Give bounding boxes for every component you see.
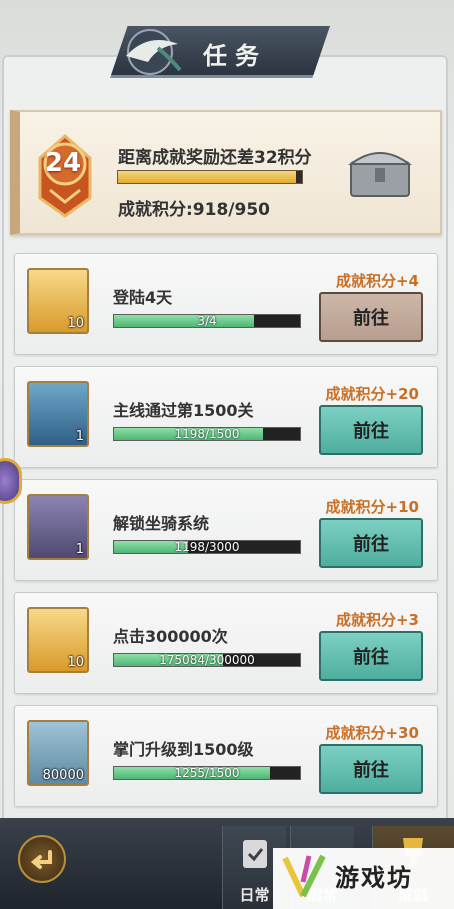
- go-button[interactable]: 前往: [319, 631, 423, 681]
- task-row: 1 解锁坐骑系统 1198/3000 成就积分+10 前往: [14, 479, 438, 581]
- return-arrow-icon: [30, 850, 52, 869]
- task-progress-text: 1198/3000: [174, 540, 240, 554]
- task-progress-bar: 1198/3000: [113, 540, 301, 554]
- task-row: 1 主线通过第1500关 1198/1500 成就积分+20 前往: [14, 366, 438, 468]
- task-progress-text: 1255/1500: [174, 766, 240, 780]
- task-name: 点击300000次: [113, 627, 228, 646]
- white-horse-icon[interactable]: 1: [27, 494, 89, 560]
- task-progress-text: 1198/1500: [174, 427, 240, 441]
- task-progress-bar: 1255/1500: [113, 766, 301, 780]
- scroll-check-icon: [243, 840, 267, 868]
- task-row: 80000 掌门升级到1500级 1255/1500 成就积分+30 前往: [14, 705, 438, 807]
- task-name: 登陆4天: [113, 288, 173, 307]
- task-progress-text: 175084/300000: [159, 653, 255, 667]
- item-count: 80000: [42, 768, 84, 783]
- task-reward: 成就积分+30: [325, 724, 419, 742]
- go-button[interactable]: 前往: [319, 292, 423, 342]
- task-row: 10 登陆4天 3/4 成就积分+4 前往: [14, 253, 438, 355]
- crane-ornament-icon: [126, 29, 182, 75]
- task-reward: 成就积分+3: [335, 611, 419, 629]
- go-button[interactable]: 前往: [319, 405, 423, 455]
- silver-coin-icon[interactable]: 80000: [27, 720, 89, 786]
- item-count: 1: [75, 542, 84, 557]
- go-button[interactable]: 前往: [319, 744, 423, 794]
- task-name: 掌门升级到1500级: [113, 740, 254, 759]
- item-count: 10: [67, 655, 84, 670]
- task-name: 主线通过第1500关: [113, 401, 254, 420]
- task-reward: 成就积分+10: [325, 498, 419, 516]
- watermark-logo-icon: [282, 854, 326, 898]
- task-name: 解锁坐骑系统: [113, 514, 210, 533]
- level-number: 24: [44, 148, 82, 178]
- watermark: 游戏坊: [273, 848, 454, 909]
- treasure-chest-icon[interactable]: [345, 140, 415, 200]
- task-progress-bar: 175084/300000: [113, 653, 301, 667]
- gold-ingot-icon[interactable]: 10: [27, 268, 89, 334]
- task-progress-bar: 1198/1500: [113, 427, 301, 441]
- task-reward: 成就积分+20: [325, 385, 419, 403]
- go-button[interactable]: 前往: [319, 518, 423, 568]
- achievement-progress-fill: [118, 171, 296, 183]
- achievement-score: 成就积分:918/950: [118, 200, 270, 220]
- back-button[interactable]: [18, 835, 66, 883]
- golden-token-icon[interactable]: 1: [27, 381, 89, 447]
- item-count: 1: [75, 429, 84, 444]
- achievement-progress-bar: [117, 170, 303, 184]
- remaining-points-text: 距离成就奖励还差32积分: [118, 148, 312, 168]
- task-progress-text: 3/4: [197, 314, 217, 328]
- page-title: 任务: [203, 42, 267, 70]
- task-row: 10 点击300000次 175084/300000 成就积分+3 前往: [14, 592, 438, 694]
- task-progress-bar: 3/4: [113, 314, 301, 328]
- task-reward: 成就积分+4: [335, 272, 419, 290]
- watermark-text: 游戏坊: [335, 864, 413, 892]
- item-count: 10: [67, 316, 84, 331]
- gold-ingot-icon[interactable]: 10: [27, 607, 89, 673]
